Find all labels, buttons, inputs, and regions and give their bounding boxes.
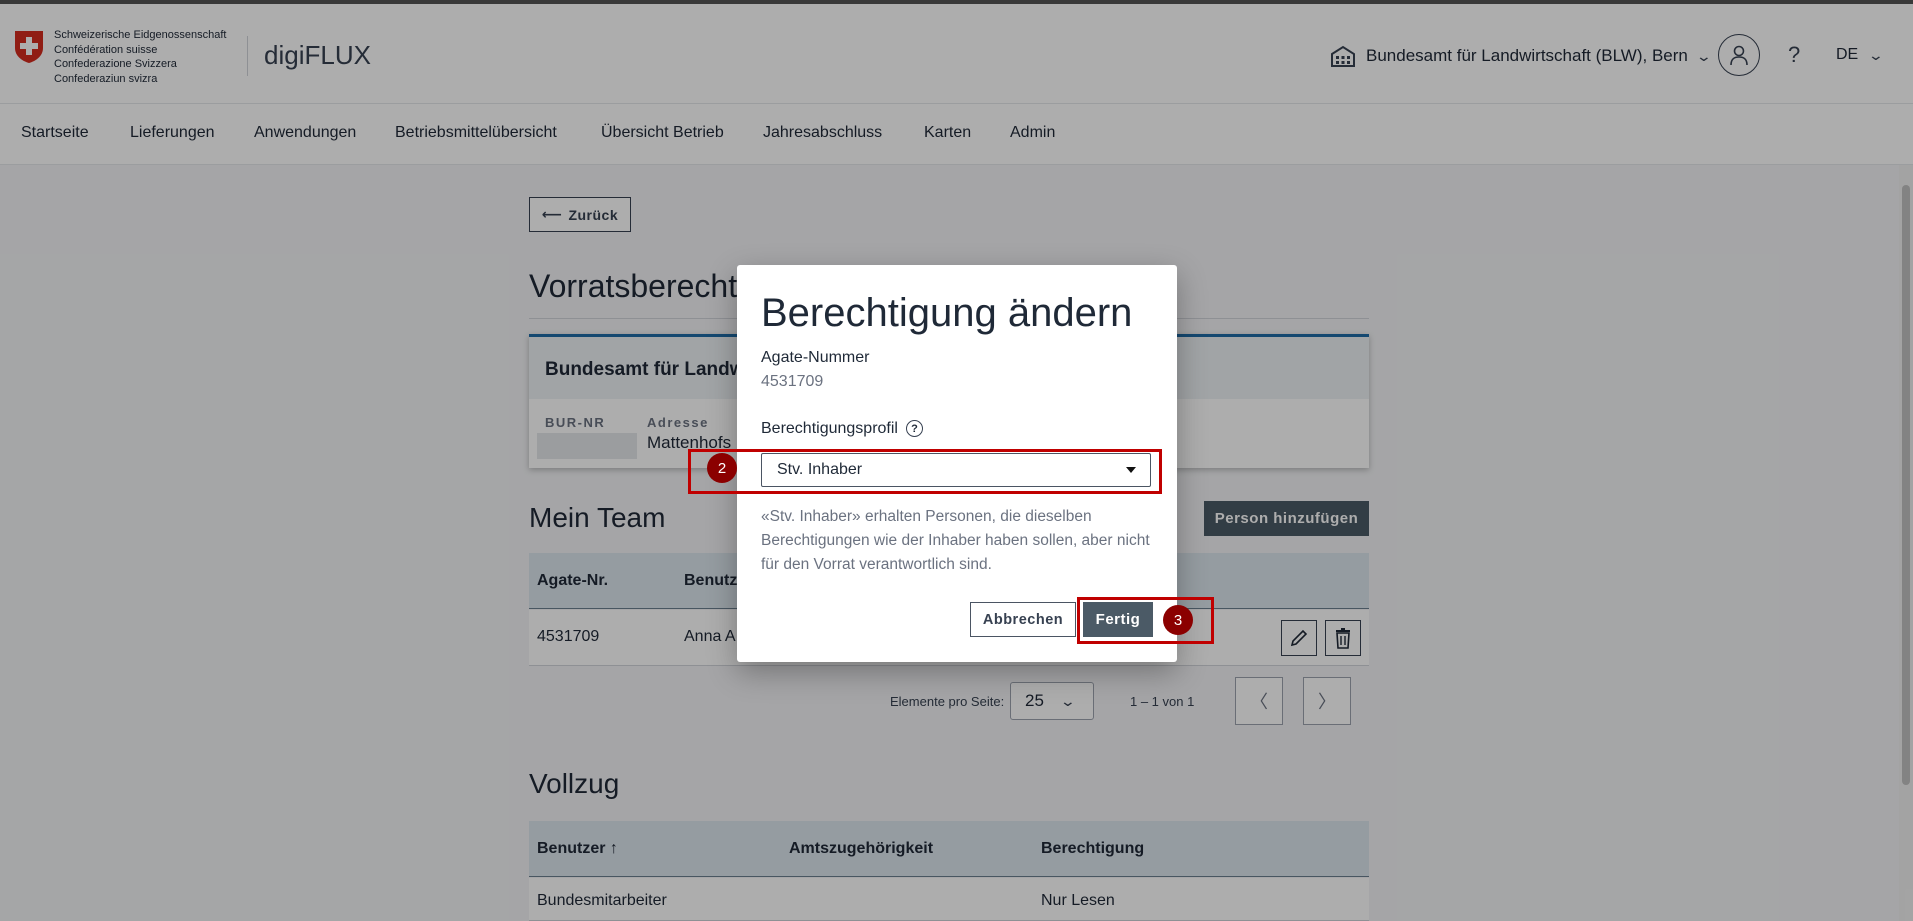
annotation-highlight-done: [1077, 597, 1214, 644]
annotation-highlight-select: [688, 449, 1162, 494]
permission-profile-hint: «Stv. Inhaber» erhalten Personen, die di…: [761, 508, 1150, 573]
cancel-button[interactable]: Abbrechen: [970, 602, 1076, 637]
agate-number-value: 4531709: [761, 373, 824, 390]
agate-number-label: Agate-Nummer: [761, 349, 870, 366]
help-circle-icon[interactable]: ?: [905, 420, 923, 438]
annotation-badge-2: 2: [707, 453, 737, 483]
permission-profile-label: Berechtigungsprofil: [761, 420, 898, 437]
dialog-title: Berechtigung ändern: [761, 291, 1133, 335]
annotation-badge-3: 3: [1163, 605, 1193, 635]
permission-profile-label-row: Berechtigungsprofil?: [761, 420, 923, 438]
